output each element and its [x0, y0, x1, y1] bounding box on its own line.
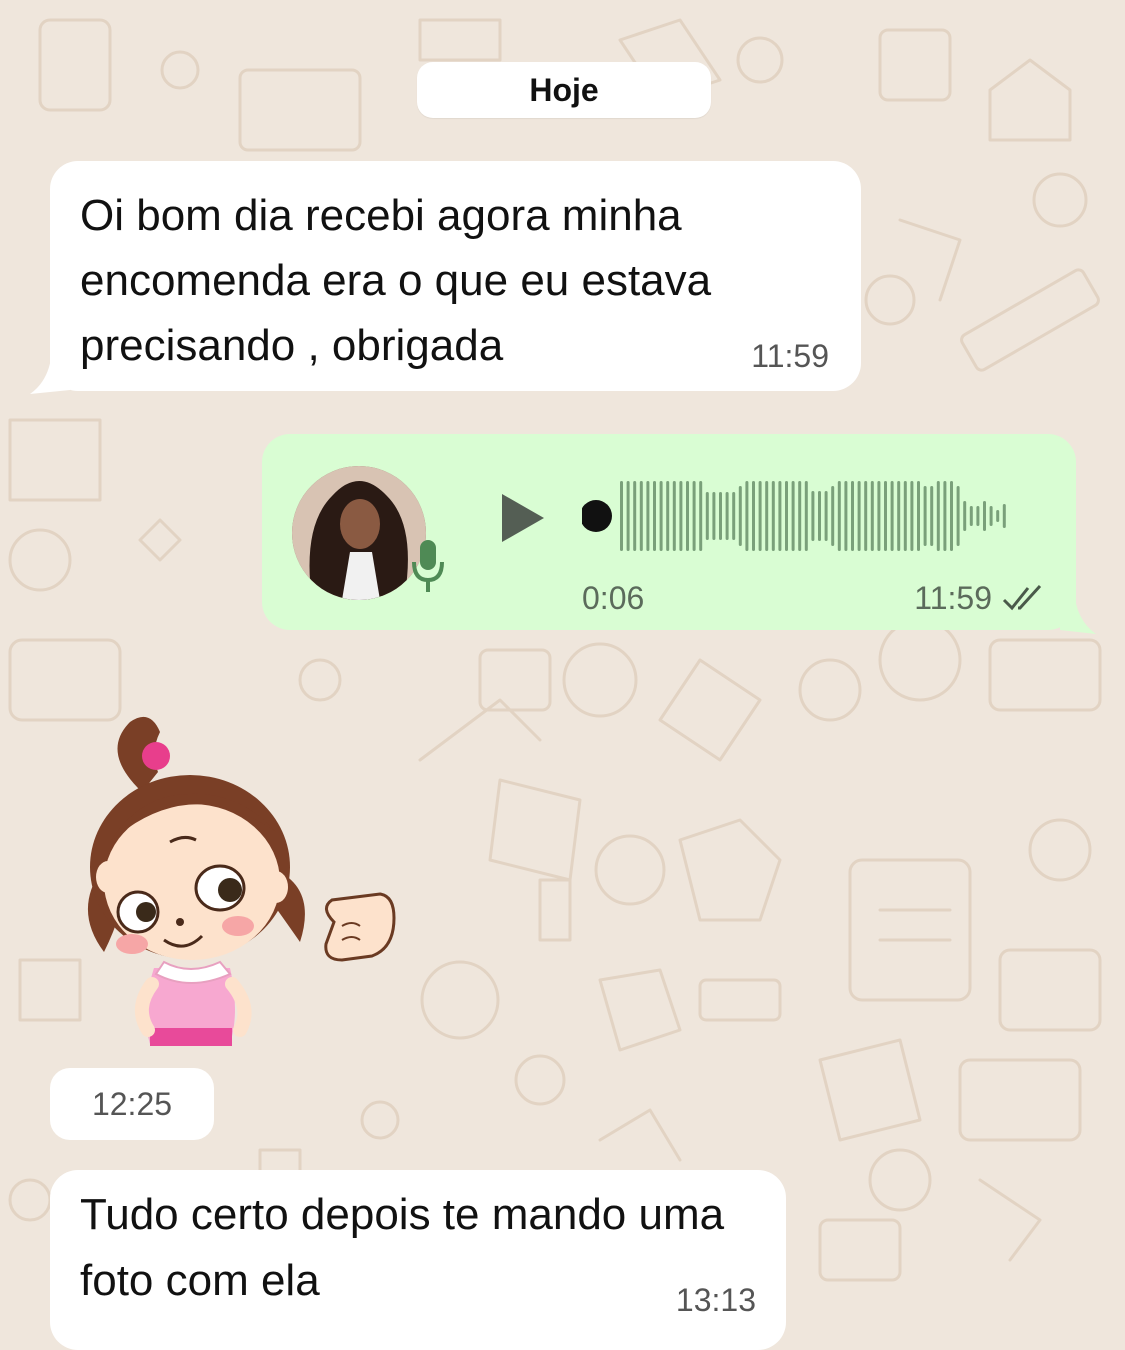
waveform-bar	[785, 481, 788, 551]
outgoing-voice-message[interactable]: 0:06 11:59	[262, 434, 1076, 630]
double-check-icon	[1002, 584, 1042, 611]
waveform-bar	[884, 481, 887, 551]
waveform-bar	[983, 501, 986, 531]
waveform-bar	[963, 501, 967, 531]
waveform-bar	[950, 481, 953, 551]
waveform-bar	[877, 481, 881, 551]
waveform-bar	[804, 481, 808, 551]
waveform-bar	[765, 481, 769, 551]
mic-icon	[412, 540, 444, 592]
waveform-bar	[791, 481, 795, 551]
avatar	[292, 466, 426, 600]
waveform-bar	[910, 481, 914, 551]
waveform-bar	[996, 510, 1000, 522]
waveform-bar	[758, 481, 762, 551]
message-time: 12:25	[91, 1085, 173, 1122]
waveform-bar	[870, 481, 874, 551]
waveform-bar	[1002, 504, 1006, 528]
message-time: 13:13	[675, 1282, 756, 1318]
waveform-bar	[943, 481, 947, 551]
waveform-bar	[956, 486, 960, 546]
waveform-bar	[831, 486, 835, 546]
waveform-bar	[917, 481, 920, 551]
waveform-bar	[851, 481, 854, 551]
waveform-bar	[725, 492, 729, 540]
waveform-bar	[864, 481, 868, 551]
waveform-bar	[798, 481, 802, 551]
date-divider: Hoje	[417, 62, 711, 118]
incoming-message-bubble[interactable]: Tudo certo depois te mando uma foto com …	[50, 1170, 786, 1350]
waveform-bar	[818, 491, 821, 541]
playback-knob	[582, 500, 612, 532]
waveform-bar	[692, 481, 696, 551]
waveform-bar	[976, 506, 980, 526]
play-icon[interactable]	[498, 490, 548, 546]
waveform-bar	[620, 481, 623, 551]
waveform-bar	[903, 481, 907, 551]
waveform-bar	[738, 486, 742, 546]
waveform-bar	[653, 481, 656, 551]
waveform-bar	[936, 481, 940, 551]
waveform-bar	[923, 486, 927, 546]
waveform-bar	[633, 481, 637, 551]
waveform-bar	[771, 481, 775, 551]
waveform-bar	[930, 486, 934, 546]
waveform-bar	[719, 492, 722, 540]
waveform-bar	[844, 481, 848, 551]
waveform-bar	[989, 506, 993, 526]
message-text: Oi bom dia recebi agora minha encomenda …	[80, 191, 712, 370]
girl-fist-bump-sticker[interactable]	[80, 712, 410, 1052]
waveform-bar	[745, 481, 749, 551]
sticker-time-badge: 12:25	[50, 1068, 214, 1140]
waveform-bar	[646, 481, 650, 551]
waveform-bar	[679, 481, 683, 551]
waveform-bar	[626, 481, 630, 551]
waveform-bar	[666, 481, 670, 551]
incoming-message-bubble[interactable]: Oi bom dia recebi agora minha encomenda …	[50, 161, 861, 391]
waveform-bar	[969, 506, 973, 526]
waveform-bar	[752, 481, 755, 551]
waveform-bar	[778, 481, 782, 551]
waveform-bar	[732, 492, 736, 540]
waveform-bar	[699, 481, 703, 551]
waveform-bar	[705, 492, 709, 540]
waveform-bar	[837, 481, 841, 551]
waveform-bar	[897, 481, 901, 551]
waveform-bar	[686, 481, 689, 551]
message-time: 11:59	[751, 338, 829, 374]
waveform-bar	[672, 481, 676, 551]
voice-duration: 0:06	[582, 580, 645, 616]
waveform-bar	[712, 492, 716, 540]
date-label: Hoje	[529, 71, 599, 108]
message-time: 11:59	[914, 580, 992, 616]
waveform-bar	[824, 491, 828, 541]
waveform-bar	[639, 481, 643, 551]
message-text: Tudo certo depois te mando uma foto com …	[80, 1190, 725, 1305]
waveform-bar	[659, 481, 663, 551]
waveform-bar	[811, 491, 815, 541]
waveform-bar	[890, 481, 894, 551]
voice-waveform[interactable]	[582, 476, 1032, 556]
waveform-bar	[857, 481, 861, 551]
